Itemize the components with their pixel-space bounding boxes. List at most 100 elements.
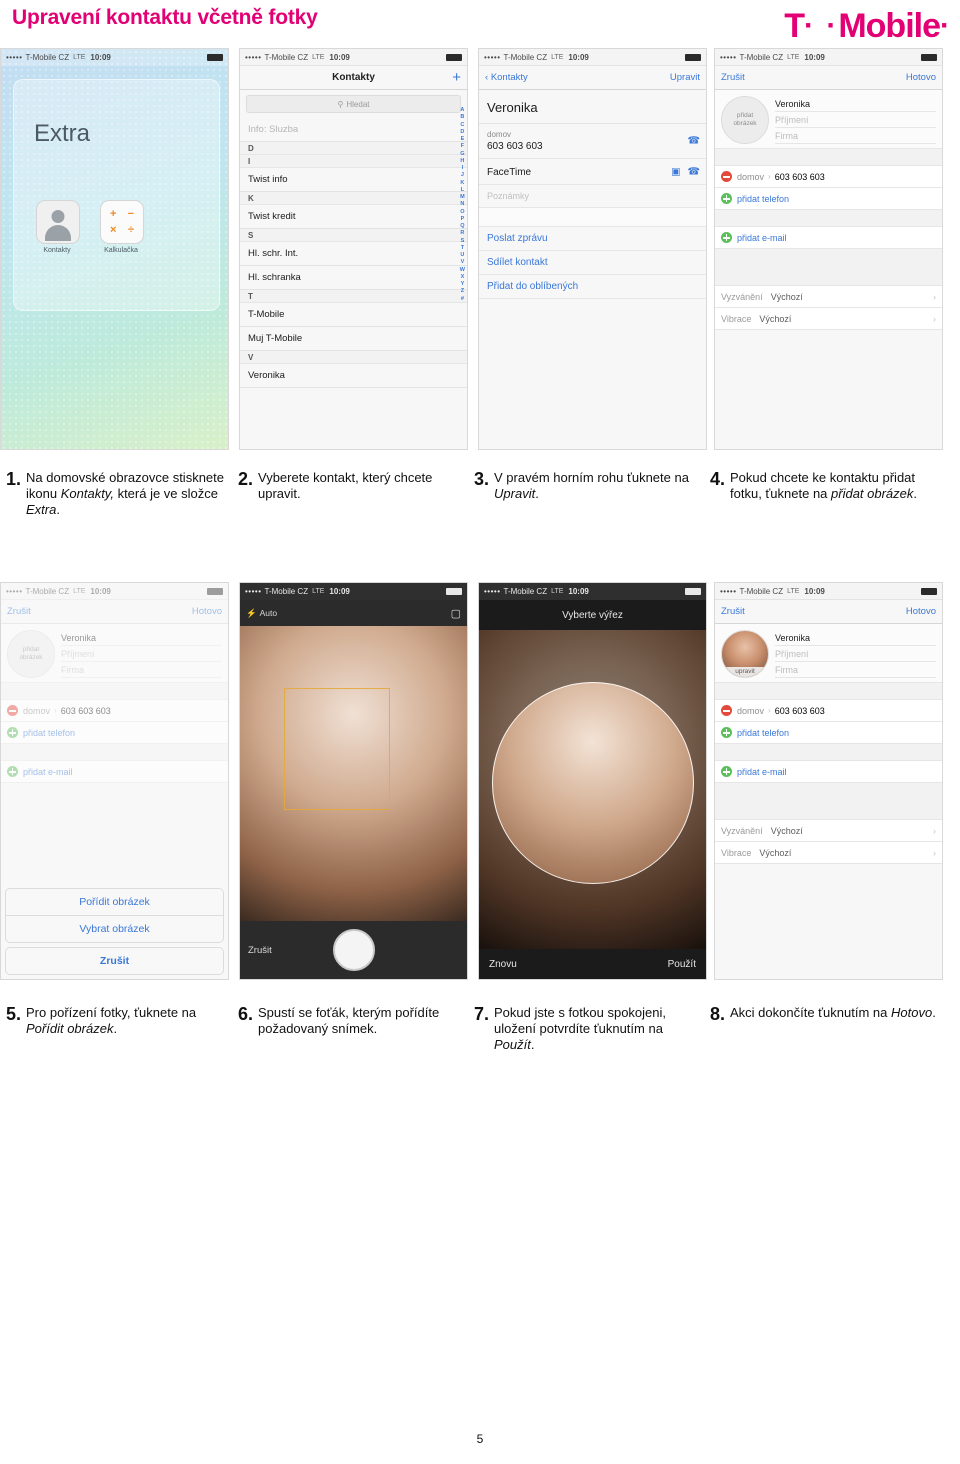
phone-row[interactable]: domov › 603 603 603 bbox=[715, 700, 942, 722]
done-button[interactable]: Hotovo bbox=[192, 606, 222, 617]
action-send-message[interactable]: Poslat zprávu bbox=[479, 227, 706, 251]
flash-mode-label[interactable]: Auto bbox=[260, 608, 278, 618]
index-letter[interactable]: R bbox=[460, 230, 464, 237]
index-letter[interactable]: H bbox=[460, 158, 464, 165]
remove-icon[interactable] bbox=[721, 705, 732, 716]
remove-icon[interactable] bbox=[721, 171, 732, 182]
index-letter[interactable]: Q bbox=[460, 223, 464, 230]
last-name-field[interactable]: Příjmení bbox=[775, 112, 936, 128]
notes-row[interactable]: Poznámky bbox=[479, 185, 706, 208]
camera-switch-icon[interactable]: ▢ bbox=[451, 607, 461, 620]
choose-photo-button[interactable]: Vybrat obrázek bbox=[5, 916, 224, 943]
action-add-favorite[interactable]: Přidat do oblíbených bbox=[479, 275, 706, 299]
first-name-field[interactable]: Veronika bbox=[775, 630, 936, 646]
index-letter[interactable]: F bbox=[461, 143, 464, 150]
bolt-icon[interactable]: ⚡ bbox=[246, 608, 257, 619]
contact-photo[interactable]: upravit bbox=[721, 630, 769, 678]
index-letter[interactable]: M bbox=[460, 194, 465, 201]
index-letter[interactable]: P bbox=[461, 216, 465, 223]
use-photo-button[interactable]: Použít bbox=[668, 959, 696, 970]
list-item[interactable]: Hl. schranka bbox=[240, 266, 467, 290]
facetime-row[interactable]: FaceTime ▣ ☎ bbox=[479, 159, 706, 185]
add-phone-row[interactable]: přidat telefon bbox=[715, 722, 942, 744]
app-kontakty[interactable]: Kontakty bbox=[36, 200, 80, 254]
index-letter[interactable]: B bbox=[460, 114, 464, 121]
add-photo-button[interactable]: přidat obrázek bbox=[721, 96, 769, 144]
done-button[interactable]: Hotovo bbox=[906, 72, 936, 83]
company-field[interactable]: Firma bbox=[775, 128, 936, 144]
contact-name: Veronika bbox=[479, 90, 706, 124]
video-camera-icon[interactable]: ▣ bbox=[671, 166, 680, 177]
add-email-row[interactable]: přidat e-mail bbox=[715, 761, 942, 783]
index-letter[interactable]: T bbox=[461, 245, 464, 252]
cancel-button[interactable]: Zrušit bbox=[721, 72, 745, 83]
index-letter[interactable]: A bbox=[460, 107, 464, 114]
cancel-button[interactable]: Zrušit bbox=[721, 606, 745, 617]
phone-row[interactable]: domov 603 603 603 ☎ bbox=[479, 124, 706, 159]
vibration-row[interactable]: Vibrace Výchozí › bbox=[715, 842, 942, 864]
phone-icon[interactable]: ☎ bbox=[688, 166, 700, 177]
notes-label: Poznámky bbox=[487, 191, 530, 201]
index-letter[interactable]: E bbox=[461, 136, 465, 143]
sheet-cancel-button[interactable]: Zrušit bbox=[5, 947, 224, 975]
company-field[interactable]: Firma bbox=[775, 662, 936, 678]
index-letter[interactable]: S bbox=[461, 238, 465, 245]
index-letter[interactable]: Z bbox=[461, 288, 464, 295]
folder-extra[interactable]: Extra Kontakty + − × ÷ Kalkulačka bbox=[13, 79, 220, 311]
facetime-icons[interactable]: ▣ ☎ bbox=[671, 166, 700, 177]
ringtone-row[interactable]: Vyzvánění Výchozí › bbox=[715, 286, 942, 308]
index-letter[interactable]: N bbox=[460, 201, 464, 208]
retake-button[interactable]: Znovu bbox=[489, 959, 517, 970]
edit-button[interactable]: Upravit bbox=[670, 72, 700, 83]
camera-cancel-button[interactable]: Zrušit bbox=[248, 945, 272, 956]
add-email-row[interactable]: přidat e-mail bbox=[715, 227, 942, 249]
index-letter[interactable]: # bbox=[461, 296, 464, 303]
add-icon[interactable] bbox=[721, 766, 732, 777]
index-letter[interactable]: K bbox=[460, 180, 464, 187]
add-icon[interactable] bbox=[721, 727, 732, 738]
camera-viewfinder[interactable] bbox=[240, 626, 467, 921]
shutter-button[interactable] bbox=[332, 929, 375, 971]
list-item[interactable]: Info: Sluzba bbox=[240, 118, 467, 142]
last-name-field[interactable]: Příjmení bbox=[775, 646, 936, 662]
phone-icon[interactable]: ☎ bbox=[688, 136, 700, 147]
list-item[interactable]: T-Mobile bbox=[240, 303, 467, 327]
index-letter[interactable]: X bbox=[461, 274, 465, 281]
index-letter[interactable]: G bbox=[460, 151, 464, 158]
index-letter[interactable]: L bbox=[461, 187, 464, 194]
crop-circle-mask[interactable] bbox=[491, 682, 694, 885]
list-item-veronika[interactable]: Veronika bbox=[240, 364, 467, 388]
list-item[interactable]: Twist kredit bbox=[240, 205, 467, 229]
app-kalkulacka[interactable]: + − × ÷ Kalkulačka bbox=[100, 200, 144, 254]
index-letter[interactable]: O bbox=[460, 209, 464, 216]
action-share-contact[interactable]: Sdílet kontakt bbox=[479, 251, 706, 275]
ringtone-row[interactable]: Vyzvánění Výchozí › bbox=[715, 820, 942, 842]
index-letter[interactable]: I bbox=[462, 165, 464, 172]
done-button[interactable]: Hotovo bbox=[906, 606, 936, 617]
signal-dots: ••••• bbox=[484, 52, 501, 62]
list-item[interactable]: Muj T-Mobile bbox=[240, 327, 467, 351]
list-item[interactable]: Twist info bbox=[240, 168, 467, 192]
cancel-button[interactable]: Zrušit bbox=[7, 606, 31, 617]
index-letter[interactable]: U bbox=[460, 252, 464, 259]
first-name-field[interactable]: Veronika bbox=[775, 96, 936, 112]
index-letter[interactable]: C bbox=[460, 122, 464, 129]
phone-row[interactable]: domov › 603 603 603 bbox=[715, 166, 942, 188]
search-input[interactable]: ⚲ Hledat bbox=[246, 95, 461, 113]
crop-photo-area[interactable] bbox=[479, 630, 706, 949]
index-letter[interactable]: D bbox=[460, 129, 464, 136]
list-item[interactable]: Hl. schr. Int. bbox=[240, 242, 467, 266]
take-photo-button[interactable]: Pořídit obrázek bbox=[5, 888, 224, 916]
vibration-row[interactable]: Vibrace Výchozí › bbox=[715, 308, 942, 330]
add-icon[interactable] bbox=[721, 232, 732, 243]
add-contact-button[interactable]: + bbox=[452, 70, 461, 85]
index-letter[interactable]: Y bbox=[461, 281, 465, 288]
index-letter[interactable]: J bbox=[461, 172, 464, 179]
add-phone-row[interactable]: přidat telefon bbox=[715, 188, 942, 210]
edit-photo-label[interactable]: upravit bbox=[722, 667, 768, 677]
add-icon[interactable] bbox=[721, 193, 732, 204]
alphabet-index[interactable]: A B C D E F G H I J K L M N O P Q R S T bbox=[460, 107, 465, 303]
index-letter[interactable]: V bbox=[461, 259, 465, 266]
index-letter[interactable]: W bbox=[460, 267, 465, 274]
back-button[interactable]: ‹ Kontakty bbox=[485, 72, 528, 83]
